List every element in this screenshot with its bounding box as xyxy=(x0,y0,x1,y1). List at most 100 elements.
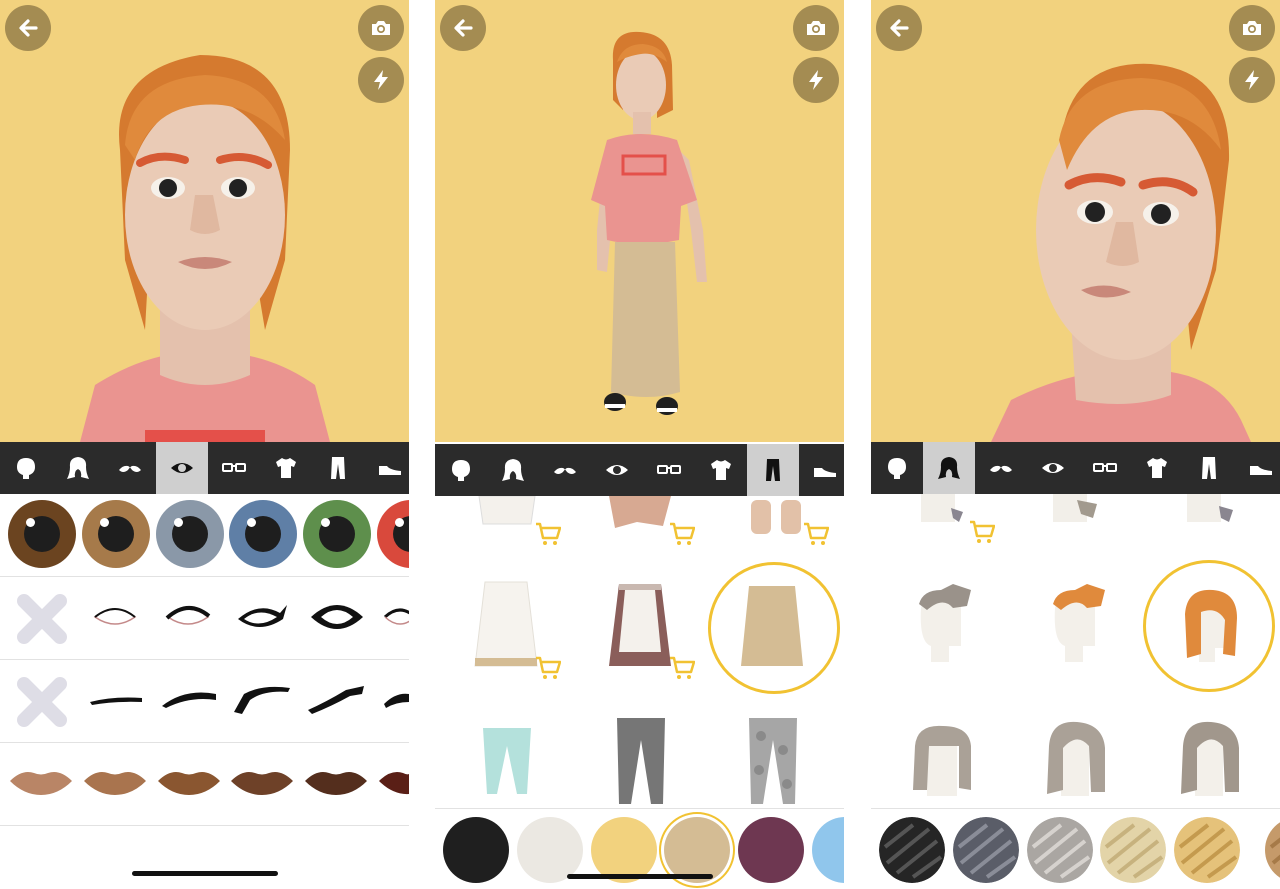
lip-swatch[interactable] xyxy=(156,767,222,797)
category-glasses[interactable] xyxy=(208,442,260,494)
color-swatch[interactable] xyxy=(812,817,844,883)
category-glasses[interactable] xyxy=(1079,442,1131,494)
mustache-icon xyxy=(119,465,141,472)
randomize-button[interactable] xyxy=(1229,57,1275,103)
hair-item[interactable] xyxy=(911,722,975,798)
hair-item[interactable] xyxy=(1047,494,1107,528)
category-head[interactable] xyxy=(871,442,923,494)
shoe-icon xyxy=(379,466,401,475)
tshirt-icon xyxy=(711,460,731,480)
randomize-button[interactable] xyxy=(793,57,839,103)
eye-shape-option[interactable] xyxy=(163,599,213,635)
back-button[interactable] xyxy=(876,5,922,51)
eye-color-swatch[interactable] xyxy=(229,500,297,568)
category-hair[interactable] xyxy=(487,444,539,496)
category-hair[interactable] xyxy=(923,442,975,494)
category-eyes[interactable] xyxy=(591,444,643,496)
eyebrow-option[interactable] xyxy=(232,682,292,716)
avatar-full-body xyxy=(591,31,707,415)
hair-color-swatch[interactable] xyxy=(1100,817,1166,883)
category-toolbar xyxy=(871,442,1280,494)
camera-button[interactable] xyxy=(358,5,404,51)
color-swatch[interactable] xyxy=(443,817,509,883)
eye-icon xyxy=(171,463,193,473)
camera-button[interactable] xyxy=(1229,5,1275,51)
bottoms-item[interactable] xyxy=(479,726,535,796)
hair-color-swatch[interactable] xyxy=(1248,817,1280,883)
eyebrow-option[interactable] xyxy=(382,688,409,712)
category-shoes[interactable] xyxy=(799,444,844,496)
camera-icon xyxy=(1243,21,1261,35)
hair-item[interactable] xyxy=(1043,718,1109,798)
bottoms-item[interactable] xyxy=(613,716,669,806)
category-bottoms[interactable] xyxy=(1183,442,1235,494)
eye-color-swatch[interactable] xyxy=(82,500,150,568)
hair-item[interactable] xyxy=(915,494,971,528)
glasses-icon xyxy=(222,463,246,472)
hair-item[interactable] xyxy=(1177,718,1243,798)
hair-item-selected[interactable] xyxy=(1177,584,1241,666)
category-tops[interactable] xyxy=(260,442,312,494)
bottoms-item[interactable] xyxy=(475,496,539,526)
category-hair[interactable] xyxy=(52,442,104,494)
category-shoes[interactable] xyxy=(364,442,409,494)
camera-icon xyxy=(372,21,390,35)
eye-color-swatch[interactable] xyxy=(8,500,76,568)
bottoms-item[interactable] xyxy=(607,496,673,530)
eye-color-swatch[interactable] xyxy=(303,500,371,568)
lip-color-row xyxy=(0,743,409,826)
camera-button[interactable] xyxy=(793,5,839,51)
category-eyes[interactable] xyxy=(156,442,208,494)
eyebrow-option[interactable] xyxy=(88,690,144,710)
category-bottoms[interactable] xyxy=(747,444,799,496)
category-tops[interactable] xyxy=(695,444,747,496)
hair-color-swatch[interactable] xyxy=(1174,817,1240,883)
none-x-icon[interactable] xyxy=(14,674,70,730)
eye-color-swatch[interactable] xyxy=(377,500,409,568)
eye-shape-option[interactable] xyxy=(90,599,140,635)
hair-item[interactable] xyxy=(913,582,977,666)
category-facial-hair[interactable] xyxy=(975,442,1027,494)
category-bottoms[interactable] xyxy=(312,442,364,494)
lip-swatch[interactable] xyxy=(303,767,369,797)
back-button[interactable] xyxy=(440,5,486,51)
lip-swatch[interactable] xyxy=(377,767,409,797)
lip-swatch[interactable] xyxy=(8,767,74,797)
bottoms-item-selected[interactable] xyxy=(739,584,805,672)
eyebrow-option[interactable] xyxy=(306,682,368,716)
category-toolbar xyxy=(435,444,844,496)
category-eyes[interactable] xyxy=(1027,442,1079,494)
hair-item[interactable] xyxy=(1181,494,1241,528)
none-x-icon[interactable] xyxy=(14,591,70,647)
eye-shape-option[interactable] xyxy=(233,597,289,637)
category-tops[interactable] xyxy=(1131,442,1183,494)
eye-shape-option[interactable] xyxy=(380,599,409,635)
lip-swatch[interactable] xyxy=(229,767,295,797)
head-icon xyxy=(452,460,470,481)
eye-shape-option[interactable] xyxy=(307,595,367,639)
category-head[interactable] xyxy=(435,444,487,496)
bottoms-item[interactable] xyxy=(473,580,539,672)
bottoms-item[interactable] xyxy=(607,582,673,672)
hair-color-swatch[interactable] xyxy=(953,817,1019,883)
category-facial-hair[interactable] xyxy=(104,442,156,494)
randomize-button[interactable] xyxy=(358,57,404,103)
hair-color-swatch[interactable] xyxy=(1027,817,1093,883)
shoe-icon xyxy=(1250,466,1272,475)
category-facial-hair[interactable] xyxy=(539,444,591,496)
back-button[interactable] xyxy=(5,5,51,51)
bottoms-item[interactable] xyxy=(747,496,807,536)
color-swatch[interactable] xyxy=(738,817,804,883)
hair-color-swatch[interactable] xyxy=(879,817,945,883)
lip-swatch[interactable] xyxy=(82,767,148,797)
eyebrow-option[interactable] xyxy=(160,686,220,712)
bottoms-item[interactable] xyxy=(745,716,801,806)
hair-item[interactable] xyxy=(1047,582,1111,666)
cart-icon xyxy=(804,522,829,545)
eye-color-swatch[interactable] xyxy=(156,500,224,568)
category-glasses[interactable] xyxy=(643,444,695,496)
eye-color-row xyxy=(0,494,409,577)
category-shoes[interactable] xyxy=(1235,442,1280,494)
arrow-left-icon xyxy=(454,19,473,37)
category-head[interactable] xyxy=(0,442,52,494)
